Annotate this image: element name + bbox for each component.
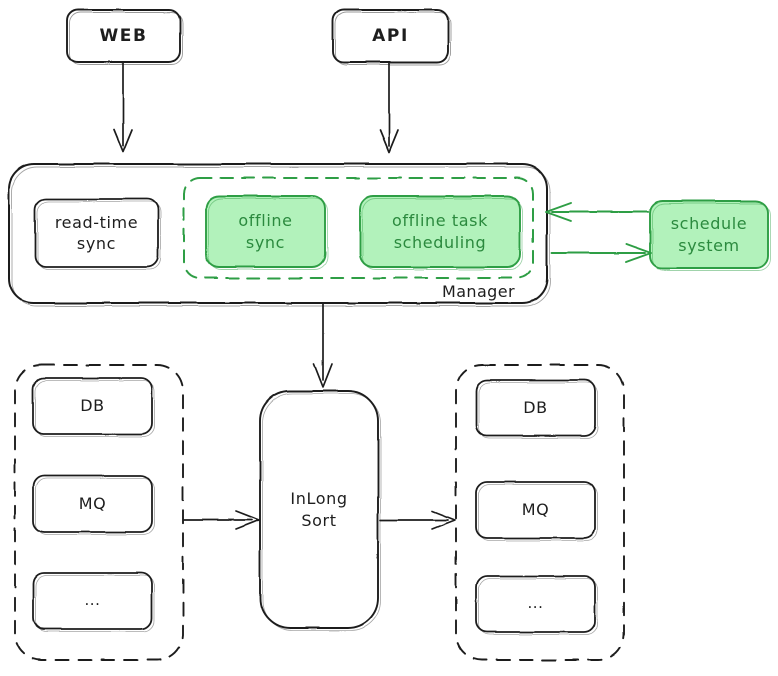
sink-more-node[interactable] [475,575,598,635]
sink-mq-node[interactable] [475,481,598,541]
schedule-system-node[interactable] [649,200,771,271]
schedule-system-to-manager-arrow [545,202,649,222]
source-mq-node[interactable] [32,475,155,535]
offline-sync-node[interactable] [205,195,328,270]
api-node[interactable] [332,9,451,65]
source-more-node[interactable] [32,572,155,632]
diagram-vector-layer [8,9,771,661]
sink-db-node[interactable] [475,379,598,439]
manager-to-inlong-sort-arrow [313,303,333,388]
inlong-sort-node[interactable] [259,390,381,631]
web-to-manager-arrow [113,62,133,153]
offline-task-scheduling-node[interactable] [359,195,523,270]
read-time-sync-node[interactable] [34,198,161,270]
manager-to-schedule-system-arrow [550,243,652,263]
inlong-sort-to-sinks-arrow [379,510,456,530]
manager-caption: Manager [442,282,515,301]
diagram-canvas: WEB API read-time sync offline sync offl… [0,0,778,676]
web-node[interactable] [66,9,183,65]
api-to-manager-arrow [379,62,399,153]
sources-to-inlong-sort-arrow [183,510,260,530]
source-db-node[interactable] [32,377,155,437]
